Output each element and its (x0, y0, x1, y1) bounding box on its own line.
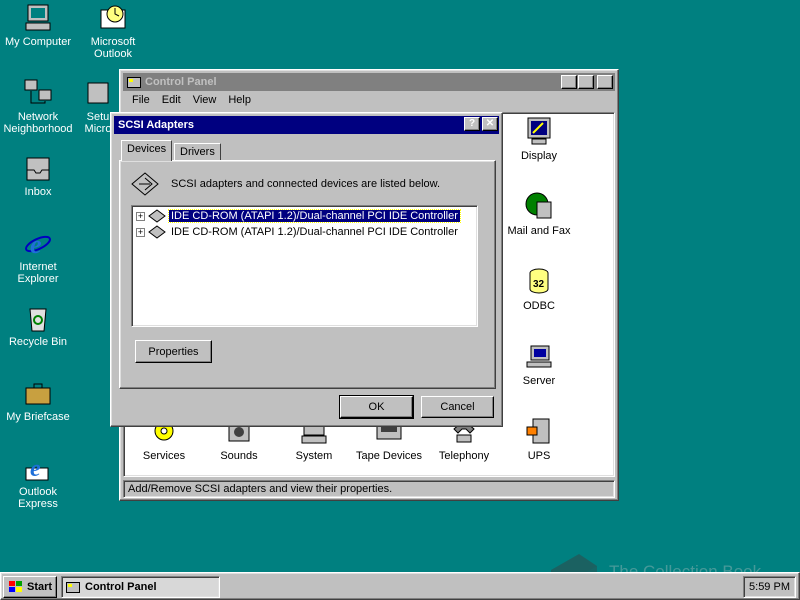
inbox-icon (26, 157, 50, 181)
recycle-bin-icon (29, 308, 47, 332)
help-button[interactable]: ? (464, 117, 480, 131)
svg-text:32: 32 (533, 279, 545, 290)
menu-file[interactable]: File (126, 92, 156, 110)
desktop-icon-label: My Briefcase (6, 411, 70, 423)
properties-button[interactable]: Properties (135, 340, 212, 363)
control-panel-icon (66, 582, 80, 593)
desktop-icon-label: Explorer (17, 273, 59, 285)
display-icon (527, 117, 551, 145)
control-panel-icon (127, 77, 141, 88)
internet-explorer-icon: e (25, 230, 51, 259)
devices-tab-panel: SCSI adapters and connected devices are … (119, 160, 496, 389)
desktop-icon-label: Outlook (19, 486, 57, 498)
cancel-button[interactable]: Cancel (421, 396, 494, 418)
cp-item-label: Server (522, 375, 556, 387)
desktop-icon-outlook-express[interactable]: e Outlook Express (0, 452, 76, 510)
outlook-icon (100, 5, 126, 29)
dialog-title: SCSI Adapters (118, 119, 195, 131)
desktop-icon-my-computer[interactable]: My Computer (0, 2, 76, 48)
description-text: SCSI adapters and connected devices are … (171, 178, 441, 190)
start-button[interactable]: Start (3, 576, 57, 598)
desktop-icon-microsoft-outlook[interactable]: Microsoft Outlook (75, 2, 151, 60)
close-button[interactable]: ✕ (597, 75, 613, 89)
device-label[interactable]: IDE CD-ROM (ATAPI 1.2)/Dual-channel PCI … (171, 226, 458, 238)
taskbar-button-control-panel[interactable]: Control Panel (61, 576, 220, 598)
status-text: Add/Remove SCSI adapters and view their … (128, 483, 393, 495)
cp-item-label: Sounds (220, 450, 258, 462)
window-title: Control Panel (145, 76, 217, 88)
desktop-icon-my-briefcase[interactable]: My Briefcase (0, 377, 76, 423)
minimize-button[interactable]: _ (561, 75, 577, 89)
tree-row[interactable]: + IDE CD-ROM (ATAPI 1.2)/Dual-channel PC… (136, 209, 461, 223)
setup-icon (87, 82, 109, 104)
desktop-icon-label: Internet (19, 261, 57, 273)
menu-edit[interactable]: Edit (156, 92, 187, 110)
cp-item-ups[interactable]: UPS (501, 415, 577, 462)
scsi-adapter-icon (131, 172, 159, 196)
close-button[interactable]: ✕ (482, 117, 498, 131)
desktop-icon-label: My Computer (4, 36, 72, 48)
odbc-icon: 32 (529, 268, 549, 294)
briefcase-icon (25, 383, 51, 405)
menu-help[interactable]: Help (222, 92, 257, 110)
svg-text:e: e (30, 230, 42, 259)
cp-item-label: System (295, 450, 333, 462)
control-panel-titlebar[interactable]: Control Panel _ □ ✕ (123, 73, 615, 91)
computer-icon (25, 4, 51, 31)
system-clock[interactable]: 5:59 PM (743, 576, 796, 598)
desktop-icon-label: Inbox (24, 186, 52, 198)
cp-item-label: Mail and Fax (507, 225, 571, 237)
cp-item-label: Services (142, 450, 186, 462)
desktop-icon-label: Network (17, 111, 59, 123)
maximize-button[interactable]: □ (578, 75, 594, 89)
status-bar: Add/Remove SCSI adapters and view their … (123, 480, 615, 498)
desktop-icon-network-neighborhood[interactable]: Network Neighborhood (0, 77, 76, 135)
tab-drivers[interactable]: Drivers (174, 143, 221, 160)
cp-item-label: Telephony (438, 450, 490, 462)
desktop-icon-label: Neighborhood (3, 123, 73, 135)
ok-button[interactable]: OK (339, 395, 414, 419)
mail-and-fax-icon (525, 192, 552, 219)
desktop-icon-inbox[interactable]: Inbox (0, 152, 76, 198)
desktop-icon-recycle-bin[interactable]: Recycle Bin (0, 302, 76, 348)
desktop-icon-label: Recycle Bin (8, 336, 68, 348)
dialog-titlebar[interactable]: SCSI Adapters ? ✕ (114, 116, 499, 134)
cp-item-label: UPS (527, 450, 551, 462)
adapter-icon (148, 225, 166, 239)
windows-logo-icon (9, 581, 22, 592)
desktop-icon-internet-explorer[interactable]: e Internet Explorer (0, 227, 76, 285)
expand-icon[interactable]: + (136, 211, 145, 221)
outlook-express-icon: e (25, 456, 49, 482)
cp-item-mail-and-fax[interactable]: Mail and Fax (501, 190, 577, 237)
cp-item-label: Display (520, 150, 558, 162)
cp-item-server[interactable]: Server (501, 340, 577, 387)
ups-icon (526, 418, 550, 444)
server-icon (526, 345, 552, 368)
cp-item-label: ODBC (523, 300, 555, 312)
scsi-adapters-dialog: SCSI Adapters ? ✕ Devices Drivers SCSI a… (110, 112, 503, 427)
cp-item-label: Tape Devices (355, 450, 423, 462)
taskbar: Start Control Panel 5:59 PM (0, 572, 800, 600)
desktop-icon-label: Express (18, 498, 58, 510)
expand-icon[interactable]: + (136, 227, 145, 237)
tab-devices[interactable]: Devices (121, 140, 173, 161)
svg-text:e: e (30, 456, 41, 482)
cp-item-display[interactable]: Display (501, 115, 577, 162)
cp-item-odbc[interactable]: 32 ODBC (501, 265, 577, 312)
network-icon (24, 79, 52, 104)
device-label-selected[interactable]: IDE CD-ROM (ATAPI 1.2)/Dual-channel PCI … (168, 209, 461, 223)
menu-view[interactable]: View (187, 92, 223, 110)
adapter-icon (148, 209, 166, 223)
menu-bar: File Edit View Help (126, 92, 257, 110)
device-tree[interactable]: + IDE CD-ROM (ATAPI 1.2)/Dual-channel PC… (131, 205, 478, 327)
desktop-icon-label: Outlook (94, 48, 132, 60)
desktop-icon-label: Microsoft (90, 36, 136, 48)
tree-row[interactable]: + IDE CD-ROM (ATAPI 1.2)/Dual-channel PC… (136, 225, 458, 239)
